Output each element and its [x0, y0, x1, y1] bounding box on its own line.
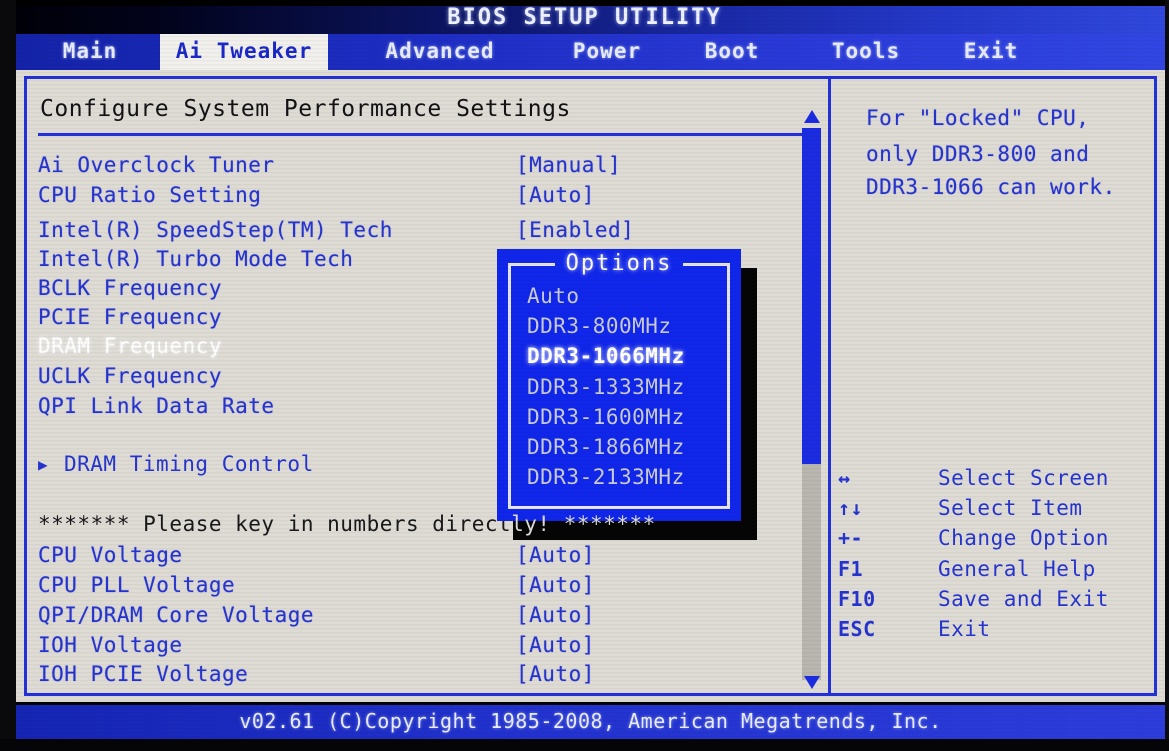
- f10-key: F10: [838, 587, 876, 611]
- left-right-arrow-icon: ↔: [838, 466, 851, 490]
- menu-tab-boot[interactable]: Boot: [692, 34, 772, 70]
- menu-tab-power[interactable]: Power: [558, 34, 656, 70]
- esc-key: ESC: [838, 617, 876, 641]
- setting-label: CPU PLL Voltage: [38, 573, 236, 597]
- section-rule: [38, 133, 808, 136]
- help-text-line: For "Locked" CPU,: [866, 106, 1090, 130]
- scroll-down-arrow-icon[interactable]: [804, 676, 820, 689]
- footer-copyright: v02.61 (C)Copyright 1985-2008, American …: [239, 709, 942, 733]
- page-title: BIOS SETUP UTILITY: [447, 5, 722, 30]
- menu-tab-main[interactable]: Main: [34, 34, 146, 70]
- setting-label: CPU Voltage: [38, 543, 183, 567]
- legend-description: Save and Exit: [938, 587, 1109, 611]
- menu-tab-label: Ai Tweaker: [175, 39, 313, 63]
- legend-description: Exit: [938, 617, 991, 641]
- up-down-arrow-icon: ↑↓: [838, 496, 864, 520]
- setting-value[interactable]: [Auto]: [516, 603, 595, 627]
- section-heading: Configure System Performance Settings: [40, 96, 571, 122]
- menu-tab-label: Tools: [831, 39, 901, 63]
- setting-label: QPI Link Data Rate: [38, 394, 275, 418]
- setting-value[interactable]: [Auto]: [516, 633, 595, 657]
- help-text-line: only DDR3-800 and: [866, 142, 1090, 166]
- bezel-bottom: [0, 739, 1169, 751]
- menu-tab-advanced[interactable]: Advanced: [370, 34, 510, 70]
- setting-value[interactable]: [Manual]: [516, 153, 621, 177]
- notice-over-shadow: ******* Please key in numbers directly! …: [513, 512, 757, 540]
- menu-tab-exit[interactable]: Exit: [954, 34, 1028, 70]
- setting-value[interactable]: [Auto]: [516, 573, 595, 597]
- menu-tab-label: Main: [62, 39, 118, 63]
- scroll-up-arrow-icon[interactable]: [804, 110, 820, 123]
- option-item-ddr3-1600mhz[interactable]: DDR3-1600MHz: [527, 405, 685, 429]
- submenu-arrow-icon: ▶: [38, 455, 48, 474]
- help-text-line: DDR3-1066 can work.: [866, 175, 1116, 199]
- setting-value[interactable]: [Enabled]: [516, 218, 634, 242]
- scrollbar-thumb[interactable]: [802, 128, 821, 464]
- legend-description: Select Screen: [938, 466, 1109, 490]
- legend-description: General Help: [938, 557, 1096, 581]
- option-item-ddr3-800mhz[interactable]: DDR3-800MHz: [527, 314, 672, 338]
- bezel-top: [0, 0, 1169, 6]
- notice-over-shadow-text: ******* Please key in numbers directly! …: [513, 512, 656, 536]
- setting-label: Ai Overclock Tuner: [38, 153, 275, 177]
- setting-label: IOH Voltage: [38, 633, 183, 657]
- panel-divider: [828, 79, 831, 693]
- bezel-left: [0, 0, 16, 751]
- bios-screen: BIOS SETUP UTILITY Main Ai Tweaker Advance…: [0, 0, 1169, 751]
- menu-tab-label: Boot: [704, 39, 760, 63]
- option-item-ddr3-1066mhz[interactable]: DDR3-1066MHz: [527, 344, 685, 368]
- setting-label: PCIE Frequency: [38, 305, 223, 329]
- option-item-auto[interactable]: Auto: [527, 284, 580, 308]
- setting-label: DRAM Frequency: [38, 334, 223, 358]
- setting-label: UCLK Frequency: [38, 364, 223, 388]
- submenu-label: DRAM Timing Control: [64, 452, 314, 476]
- setting-label: Intel(R) Turbo Mode Tech: [38, 247, 354, 271]
- menu-tab-label: Advanced: [385, 39, 495, 63]
- setting-label: QPI/DRAM Core Voltage: [38, 603, 315, 627]
- bezel-right: [1165, 0, 1169, 751]
- menu-tab-label: Power: [572, 39, 642, 63]
- options-dialog-title: Options: [565, 251, 673, 276]
- setting-label: Intel(R) SpeedStep(TM) Tech: [38, 218, 393, 242]
- menu-tab-tools[interactable]: Tools: [820, 34, 912, 70]
- menu-tab-label: Exit: [963, 39, 1019, 63]
- legend-description: Change Option: [938, 526, 1109, 550]
- setting-value[interactable]: [Auto]: [516, 543, 595, 567]
- setting-value[interactable]: [Auto]: [516, 183, 595, 207]
- setting-label: BCLK Frequency: [38, 276, 223, 300]
- option-item-ddr3-1866mhz[interactable]: DDR3-1866MHz: [527, 435, 685, 459]
- option-item-ddr3-2133mhz[interactable]: DDR3-2133MHz: [527, 465, 685, 489]
- plus-minus-icon: +-: [838, 526, 864, 550]
- option-item-ddr3-1333mhz[interactable]: DDR3-1333MHz: [527, 375, 685, 399]
- setting-value[interactable]: [Auto]: [516, 662, 595, 686]
- f1-key: F1: [838, 557, 864, 581]
- legend-description: Select Item: [938, 496, 1083, 520]
- setting-label: IOH PCIE Voltage: [38, 662, 249, 686]
- setting-label: CPU Ratio Setting: [38, 183, 262, 207]
- menu-tab-ai-tweaker[interactable]: Ai Tweaker: [160, 34, 328, 70]
